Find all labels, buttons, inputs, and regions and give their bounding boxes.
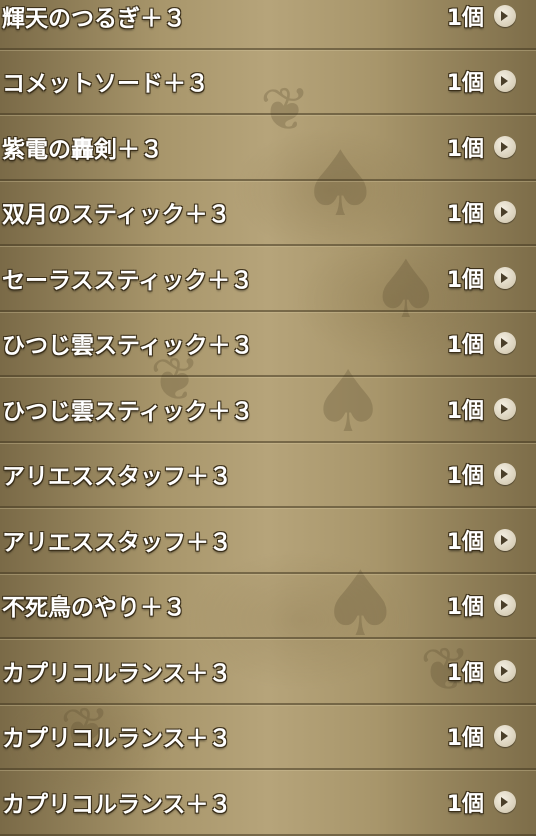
item-name: カプリコルランス＋３: [2, 726, 232, 753]
item-name: コメットソード＋３: [2, 71, 209, 98]
list-item[interactable]: 不死鳥のやり＋３ 1個: [0, 574, 536, 639]
list-item[interactable]: アリエススタッフ＋３ 1個: [0, 508, 536, 574]
list-item[interactable]: カプリコルランス＋３ 1個: [0, 705, 536, 770]
chevron-right-icon[interactable]: [494, 790, 516, 813]
list-item[interactable]: コメットソード＋３ 1個: [0, 50, 536, 115]
item-count: 1個: [446, 791, 484, 817]
item-count: 1個: [446, 5, 484, 31]
item-count: 1個: [446, 398, 484, 424]
item-name: カプリコルランス＋３: [2, 791, 232, 818]
item-name: セーラススティック＋３: [2, 267, 254, 294]
item-count: 1個: [446, 464, 484, 490]
item-count: 1個: [446, 726, 484, 752]
list-item[interactable]: カプリコルランス＋３ 1個: [0, 639, 536, 705]
item-name: アリエススタッフ＋３: [2, 529, 232, 556]
chevron-right-icon[interactable]: [494, 201, 516, 224]
chevron-right-icon[interactable]: [494, 332, 516, 355]
chevron-right-icon[interactable]: [494, 528, 516, 551]
item-count: 1個: [446, 595, 484, 621]
chevron-right-icon[interactable]: [494, 70, 516, 93]
item-count: 1個: [446, 202, 484, 228]
chevron-right-icon[interactable]: [494, 266, 516, 289]
item-count: 1個: [446, 333, 484, 359]
item-name: カプリコルランス＋３: [2, 660, 232, 687]
list-item[interactable]: ひつじ雲スティック＋３ 1個: [0, 312, 536, 377]
list-item[interactable]: アリエススタッフ＋３ 1個: [0, 443, 536, 508]
chevron-right-icon[interactable]: [494, 725, 516, 748]
list-item[interactable]: カプリコルランス＋３ 1個: [0, 770, 536, 836]
item-count: 1個: [446, 529, 484, 555]
item-list: 輝天のつるぎ＋３ 1個 コメットソード＋３ 1個 紫電の轟剣＋３ 1個 双月のスティック＋３…: [0, 0, 536, 836]
item-name: ひつじ雲スティック＋３: [2, 333, 254, 360]
chevron-right-icon[interactable]: [494, 397, 516, 420]
chevron-right-icon[interactable]: [494, 463, 516, 486]
chevron-right-icon[interactable]: [494, 594, 516, 617]
item-count: 1個: [446, 71, 484, 97]
list-item[interactable]: セーラススティック＋３ 1個: [0, 246, 536, 312]
chevron-right-icon[interactable]: [494, 135, 516, 158]
chevron-right-icon[interactable]: [494, 659, 516, 682]
list-item[interactable]: 紫電の轟剣＋３ 1個: [0, 115, 536, 181]
item-count: 1個: [446, 136, 484, 162]
item-name: 双月のスティック＋３: [2, 202, 231, 229]
item-name: アリエススタッフ＋３: [2, 464, 232, 491]
item-name: ひつじ雲スティック＋３: [2, 398, 254, 425]
item-count: 1個: [446, 660, 484, 686]
list-item[interactable]: 輝天のつるぎ＋３ 1個: [0, 0, 536, 50]
list-item[interactable]: 双月のスティック＋３ 1個: [0, 181, 536, 246]
chevron-right-icon[interactable]: [494, 4, 516, 27]
list-item[interactable]: ひつじ雲スティック＋３ 1個: [0, 377, 536, 443]
item-name: 輝天のつるぎ＋３: [2, 5, 186, 32]
item-name: 紫電の轟剣＋３: [2, 136, 163, 163]
item-count: 1個: [446, 267, 484, 293]
item-name: 不死鳥のやり＋３: [2, 595, 186, 622]
